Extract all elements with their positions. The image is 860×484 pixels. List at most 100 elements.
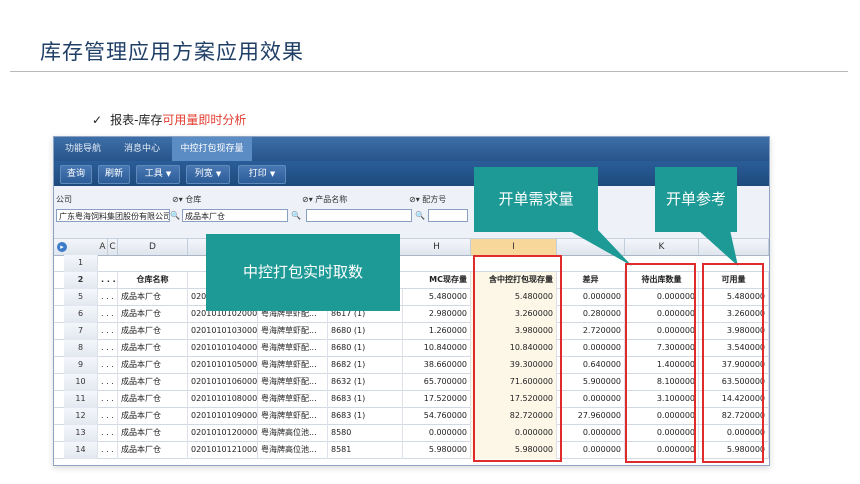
cell-diff: 0.000000 (557, 442, 625, 459)
cell-formula: 8683 (1) (328, 391, 403, 408)
cell-dots: . . . (98, 340, 118, 357)
tab-packing-stock[interactable]: 中控打包现存量 (172, 137, 252, 161)
caret-down-icon: ▼ (269, 170, 276, 178)
cell-product-name: 粤海牌草虾配... (258, 340, 328, 357)
cell-diff: 5.900000 (557, 374, 625, 391)
product-field[interactable] (306, 209, 412, 222)
row-number: 13 (64, 425, 98, 442)
cell-dots: . . . (98, 323, 118, 340)
cell-mc-stock: 65.700000 (403, 374, 471, 391)
search-icon[interactable]: 🔍 (414, 209, 426, 222)
cell-product-code: 02010101210001 (188, 442, 258, 459)
company-field[interactable]: 广东粤海饲料集团股份有限公司 (56, 209, 170, 222)
cell-warehouse: 成品本厂仓 (118, 425, 188, 442)
cell-dots: . . . (98, 425, 118, 442)
formula-field[interactable] (428, 209, 468, 222)
cell-formula: 8580 (328, 425, 403, 442)
row-number: 6 (64, 306, 98, 323)
cell-formula: 8680 (1) (328, 323, 403, 340)
cell-dots: . . . (98, 391, 118, 408)
cell-warehouse: 成品本厂仓 (118, 442, 188, 459)
query-button[interactable]: 查询 (60, 165, 92, 184)
cell-warehouse: 成品本厂仓 (118, 357, 188, 374)
cell-mc-stock: 0.000000 (403, 425, 471, 442)
check-icon: ✓ (92, 113, 103, 127)
cell-warehouse: 成品本厂仓 (118, 340, 188, 357)
cell-product-code: 02010101060001 (188, 374, 258, 391)
cell-product-code: 02010101040002 (188, 340, 258, 357)
slide-subtitle: ✓ 报表-库存可用量即时分析 (92, 111, 246, 128)
formula-filter-label: ⊘▾ 配方号 (409, 195, 447, 204)
search-icon[interactable]: 🔍 (290, 209, 302, 222)
column-letter[interactable]: C (108, 239, 118, 255)
cell-mc-stock: 10.840000 (403, 340, 471, 357)
row-number: 9 (64, 357, 98, 374)
column-letter[interactable]: D (118, 239, 188, 255)
columns-label: 列宽 (194, 169, 213, 179)
cell-diff: 0.000000 (557, 340, 625, 357)
header-diff: 差异 (557, 272, 625, 289)
cell-diff: 27.960000 (557, 408, 625, 425)
cell-mc-stock: 5.980000 (403, 442, 471, 459)
highlight-pending-out (625, 263, 696, 463)
cell-formula: 8581 (328, 442, 403, 459)
cell-dots: . . . (98, 442, 118, 459)
column-letter-header: ▸ A C D H I K (54, 239, 769, 256)
cell-warehouse: 成品本厂仓 (118, 306, 188, 323)
cell-diff: 0.000000 (557, 391, 625, 408)
cell-formula: 8680 (1) (328, 340, 403, 357)
caret-down-icon: ▼ (215, 170, 222, 178)
callout-demand: 开单需求量 (474, 167, 598, 232)
row-number: 7 (64, 323, 98, 340)
row-number: 2 (64, 272, 98, 289)
filter-icon: ⊘▾ (409, 195, 423, 204)
print-button[interactable]: 打印 ▼ (238, 165, 286, 184)
cell-mc-stock: 38.660000 (403, 357, 471, 374)
row-number: 11 (64, 391, 98, 408)
row-number: 8 (64, 340, 98, 357)
select-all-icon[interactable]: ▸ (57, 242, 67, 252)
column-letter[interactable]: H (403, 239, 471, 255)
cell-warehouse: 成品本厂仓 (118, 408, 188, 425)
header-warehouse: 仓库名称 (118, 272, 188, 289)
slide-title: 库存管理应用方案应用效果 (40, 40, 304, 64)
columns-button[interactable]: 列宽 ▼ (186, 165, 230, 184)
cell-dots: . . . (98, 289, 118, 306)
cell-diff: 2.720000 (557, 323, 625, 340)
cell-product-code: 02010101050001 (188, 357, 258, 374)
cell-product-code: 02010101030001 (188, 323, 258, 340)
filter-icon: ⊘▾ (172, 195, 186, 204)
search-icon[interactable]: 🔍 (169, 209, 181, 222)
cell-product-code: 02010101080001 (188, 391, 258, 408)
tab-function-nav[interactable]: 功能导航 (58, 137, 108, 161)
cell-mc-stock: 5.480000 (403, 289, 471, 306)
tab-bar: 功能导航 消息中心 中控打包现存量 (54, 137, 769, 161)
warehouse-filter-label: ⊘▾ 仓库 (172, 195, 202, 204)
cell-mc-stock: 1.260000 (403, 323, 471, 340)
subtitle-highlight: 可用量即时分析 (162, 113, 247, 127)
warehouse-field[interactable]: 成品本厂仓 (182, 209, 288, 222)
column-letter[interactable]: I (471, 239, 557, 255)
cell-diff: 0.000000 (557, 425, 625, 442)
cell-warehouse: 成品本厂仓 (118, 323, 188, 340)
cell-product-name: 粤海牌高位池... (258, 442, 328, 459)
title-divider (10, 71, 848, 72)
column-letter[interactable]: A (98, 239, 108, 255)
cell-dots: . . . (98, 408, 118, 425)
highlight-available (702, 263, 764, 463)
cell-dots: . . . (98, 272, 118, 289)
cell-product-name: 粤海牌草虾配... (258, 374, 328, 391)
tools-button[interactable]: 工具 ▼ (136, 165, 180, 184)
tab-message-center[interactable]: 消息中心 (116, 137, 168, 161)
cell-diff: 0.640000 (557, 357, 625, 374)
cell-mc-stock: 54.760000 (403, 408, 471, 425)
cell-product-code: 02010101090001 (188, 408, 258, 425)
header-mc-stock: MC现存量 (403, 272, 471, 289)
caret-down-icon: ▼ (165, 170, 172, 178)
cell-warehouse: 成品本厂仓 (118, 289, 188, 306)
cell-product-name: 粤海牌高位池... (258, 425, 328, 442)
cell-product-name: 粤海牌草虾配... (258, 323, 328, 340)
cell-formula: 8683 (1) (328, 408, 403, 425)
refresh-button[interactable]: 刷新 (98, 165, 130, 184)
cell-product-name: 粤海牌草虾配... (258, 357, 328, 374)
